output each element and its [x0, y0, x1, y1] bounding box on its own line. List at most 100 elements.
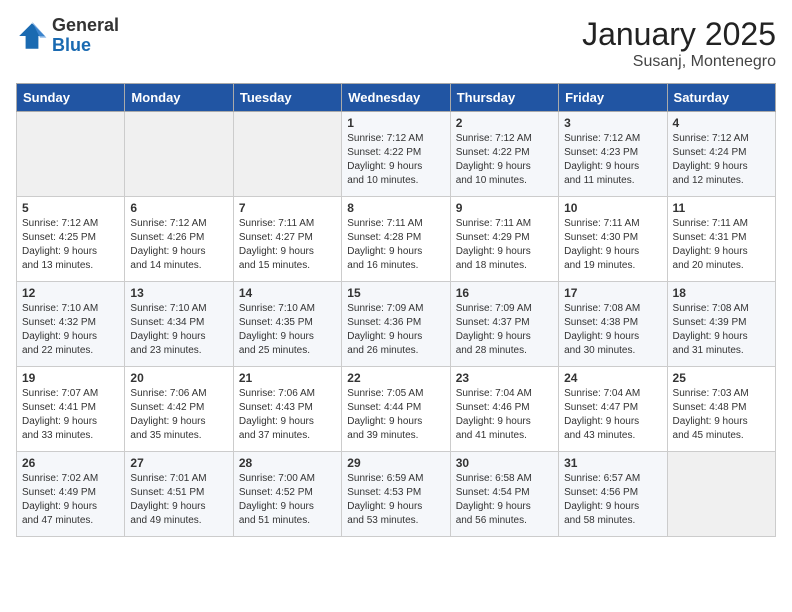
- day-info: Sunrise: 7:00 AM Sunset: 4:52 PM Dayligh…: [239, 472, 336, 528]
- day-number: 29: [347, 456, 444, 470]
- day-number: 4: [673, 116, 770, 130]
- day-info: Sunrise: 7:10 AM Sunset: 4:34 PM Dayligh…: [130, 302, 227, 358]
- calendar-cell: 2 Sunrise: 7:12 AM Sunset: 4:22 PM Daylig…: [450, 112, 558, 197]
- calendar-cell: 9 Sunrise: 7:11 AM Sunset: 4:29 PM Daylig…: [450, 197, 558, 282]
- day-info: Sunrise: 7:04 AM Sunset: 4:47 PM Dayligh…: [564, 387, 661, 443]
- day-number: 10: [564, 201, 661, 215]
- day-number: 1: [347, 116, 444, 130]
- day-number: 8: [347, 201, 444, 215]
- calendar-cell: 11Sunrise: 7:11 AM Sunset: 4:31 PM Dayli…: [667, 197, 775, 282]
- day-number: 2: [456, 116, 553, 130]
- day-number: 25: [673, 371, 770, 385]
- day-number: 31: [564, 456, 661, 470]
- calendar-cell: 6Sunrise: 7:12 AM Sunset: 4:26 PM Daylig…: [125, 197, 233, 282]
- calendar-cell: 17Sunrise: 7:08 AM Sunset: 4:38 PM Dayli…: [559, 282, 667, 367]
- day-number: 15: [347, 286, 444, 300]
- day-info: Sunrise: 7:05 AM Sunset: 4:44 PM Dayligh…: [347, 387, 444, 443]
- day-info: Sunrise: 7:06 AM Sunset: 4:43 PM Dayligh…: [239, 387, 336, 443]
- day-number: 16: [456, 286, 553, 300]
- calendar-cell: 12Sunrise: 7:10 AM Sunset: 4:32 PM Dayli…: [17, 282, 125, 367]
- day-info: Sunrise: 7:12 AM Sunset: 4:26 PM Dayligh…: [130, 217, 227, 273]
- week-row-5: 26 Sunrise: 7:02 AM Sunset: 4:49 PM Dayli…: [17, 452, 776, 537]
- day-info: Sunrise: 7:12 AM Sunset: 4:25 PM Dayligh…: [22, 217, 119, 273]
- day-number: 21: [239, 371, 336, 385]
- day-info: Sunrise: 7:02 AM Sunset: 4:49 PM Dayligh…: [22, 472, 119, 528]
- day-number: 30: [456, 456, 553, 470]
- day-info: Sunrise: 7:08 AM Sunset: 4:39 PM Dayligh…: [673, 302, 770, 358]
- day-info: Sunrise: 7:11 AM Sunset: 4:30 PM Dayligh…: [564, 217, 661, 273]
- day-info: Sunrise: 7:06 AM Sunset: 4:42 PM Dayligh…: [130, 387, 227, 443]
- day-info: Sunrise: 6:57 AM Sunset: 4:56 PM Dayligh…: [564, 472, 661, 528]
- day-number: 26: [22, 456, 119, 470]
- day-info: Sunrise: 7:07 AM Sunset: 4:41 PM Dayligh…: [22, 387, 119, 443]
- day-info: Sunrise: 7:01 AM Sunset: 4:51 PM Dayligh…: [130, 472, 227, 528]
- weekday-header-sunday: Sunday: [17, 84, 125, 112]
- calendar-cell: 23Sunrise: 7:04 AM Sunset: 4:46 PM Dayli…: [450, 367, 558, 452]
- calendar-cell: 10 Sunrise: 7:11 AM Sunset: 4:30 PM Dayli…: [559, 197, 667, 282]
- week-row-1: 1 Sunrise: 7:12 AM Sunset: 4:22 PM Daylig…: [17, 112, 776, 197]
- day-number: 13: [130, 286, 227, 300]
- day-info: Sunrise: 7:12 AM Sunset: 4:22 PM Dayligh…: [347, 132, 444, 188]
- weekday-header-wednesday: Wednesday: [342, 84, 450, 112]
- calendar-cell: 15 Sunrise: 7:09 AM Sunset: 4:36 PM Dayli…: [342, 282, 450, 367]
- weekday-header-thursday: Thursday: [450, 84, 558, 112]
- calendar-cell: 21 Sunrise: 7:06 AM Sunset: 4:43 PM Dayli…: [233, 367, 341, 452]
- calendar-cell: 1 Sunrise: 7:12 AM Sunset: 4:22 PM Daylig…: [342, 112, 450, 197]
- day-number: 5: [22, 201, 119, 215]
- weekday-header-tuesday: Tuesday: [233, 84, 341, 112]
- logo: General Blue: [16, 16, 119, 56]
- week-row-4: 19 Sunrise: 7:07 AM Sunset: 4:41 PM Dayli…: [17, 367, 776, 452]
- day-info: Sunrise: 7:11 AM Sunset: 4:31 PM Dayligh…: [673, 217, 770, 273]
- calendar-cell: 24 Sunrise: 7:04 AM Sunset: 4:47 PM Dayli…: [559, 367, 667, 452]
- calendar-cell: 7 Sunrise: 7:11 AM Sunset: 4:27 PM Daylig…: [233, 197, 341, 282]
- location-subtitle: Susanj, Montenegro: [582, 53, 776, 71]
- weekday-header-friday: Friday: [559, 84, 667, 112]
- day-info: Sunrise: 7:09 AM Sunset: 4:37 PM Dayligh…: [456, 302, 553, 358]
- calendar-cell: 16 Sunrise: 7:09 AM Sunset: 4:37 PM Dayli…: [450, 282, 558, 367]
- calendar-cell: 5 Sunrise: 7:12 AM Sunset: 4:25 PM Daylig…: [17, 197, 125, 282]
- header: General Blue January 2025 Susanj, Monten…: [16, 16, 776, 71]
- day-info: Sunrise: 6:59 AM Sunset: 4:53 PM Dayligh…: [347, 472, 444, 528]
- day-info: Sunrise: 7:11 AM Sunset: 4:27 PM Dayligh…: [239, 217, 336, 273]
- day-number: 22: [347, 371, 444, 385]
- day-number: 3: [564, 116, 661, 130]
- calendar-cell: 30Sunrise: 6:58 AM Sunset: 4:54 PM Dayli…: [450, 452, 558, 537]
- day-info: Sunrise: 7:10 AM Sunset: 4:32 PM Dayligh…: [22, 302, 119, 358]
- day-number: 17: [564, 286, 661, 300]
- day-number: 27: [130, 456, 227, 470]
- day-info: Sunrise: 7:10 AM Sunset: 4:35 PM Dayligh…: [239, 302, 336, 358]
- day-number: 7: [239, 201, 336, 215]
- calendar-cell: 3 Sunrise: 7:12 AM Sunset: 4:23 PM Daylig…: [559, 112, 667, 197]
- calendar-cell: 25 Sunrise: 7:03 AM Sunset: 4:48 PM Dayli…: [667, 367, 775, 452]
- day-number: 28: [239, 456, 336, 470]
- calendar-cell: 26 Sunrise: 7:02 AM Sunset: 4:49 PM Dayli…: [17, 452, 125, 537]
- calendar-cell: 28 Sunrise: 7:00 AM Sunset: 4:52 PM Dayli…: [233, 452, 341, 537]
- calendar-cell: 18 Sunrise: 7:08 AM Sunset: 4:39 PM Dayli…: [667, 282, 775, 367]
- day-info: Sunrise: 7:12 AM Sunset: 4:22 PM Dayligh…: [456, 132, 553, 188]
- weekday-header-monday: Monday: [125, 84, 233, 112]
- day-number: 14: [239, 286, 336, 300]
- calendar-cell: [667, 452, 775, 537]
- calendar-cell: 19 Sunrise: 7:07 AM Sunset: 4:41 PM Dayli…: [17, 367, 125, 452]
- day-info: Sunrise: 7:12 AM Sunset: 4:23 PM Dayligh…: [564, 132, 661, 188]
- day-info: Sunrise: 7:11 AM Sunset: 4:29 PM Dayligh…: [456, 217, 553, 273]
- calendar-cell: 31 Sunrise: 6:57 AM Sunset: 4:56 PM Dayli…: [559, 452, 667, 537]
- day-number: 19: [22, 371, 119, 385]
- calendar-cell: 4Sunrise: 7:12 AM Sunset: 4:24 PM Daylig…: [667, 112, 775, 197]
- day-number: 24: [564, 371, 661, 385]
- logo-icon: [16, 20, 48, 52]
- logo-general-text: General: [52, 16, 119, 36]
- calendar-cell: 22 Sunrise: 7:05 AM Sunset: 4:44 PM Dayli…: [342, 367, 450, 452]
- calendar-cell: 8 Sunrise: 7:11 AM Sunset: 4:28 PM Daylig…: [342, 197, 450, 282]
- day-info: Sunrise: 7:11 AM Sunset: 4:28 PM Dayligh…: [347, 217, 444, 273]
- day-number: 18: [673, 286, 770, 300]
- day-number: 9: [456, 201, 553, 215]
- week-row-3: 12Sunrise: 7:10 AM Sunset: 4:32 PM Dayli…: [17, 282, 776, 367]
- calendar-cell: 14 Sunrise: 7:10 AM Sunset: 4:35 PM Dayli…: [233, 282, 341, 367]
- month-title: January 2025: [582, 16, 776, 53]
- logo-blue-text: Blue: [52, 36, 119, 56]
- day-info: Sunrise: 7:04 AM Sunset: 4:46 PM Dayligh…: [456, 387, 553, 443]
- day-info: Sunrise: 7:09 AM Sunset: 4:36 PM Dayligh…: [347, 302, 444, 358]
- day-info: Sunrise: 7:03 AM Sunset: 4:48 PM Dayligh…: [673, 387, 770, 443]
- calendar-table: SundayMondayTuesdayWednesdayThursdayFrid…: [16, 83, 776, 537]
